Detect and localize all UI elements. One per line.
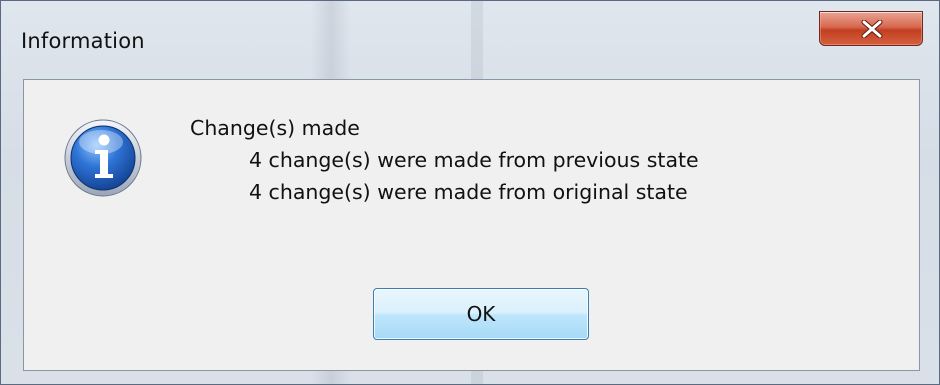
message-line: 4 change(s) were made from original stat… <box>249 180 688 204</box>
dialog-title: Information <box>21 29 145 53</box>
message-text: Change(s) made 4 change(s) were made fro… <box>190 112 699 208</box>
message-heading: Change(s) made <box>190 116 360 140</box>
information-icon <box>64 119 142 197</box>
dialog-body: Change(s) made 4 change(s) were made fro… <box>23 79 920 371</box>
close-button[interactable] <box>819 11 923 46</box>
message-line: 4 change(s) were made from previous stat… <box>249 148 699 172</box>
close-icon <box>861 20 883 38</box>
information-dialog: Information Change(s) made 4 change(s) w… <box>0 0 940 385</box>
ok-button[interactable]: OK <box>373 288 589 340</box>
title-bar[interactable]: Information <box>1 1 939 79</box>
